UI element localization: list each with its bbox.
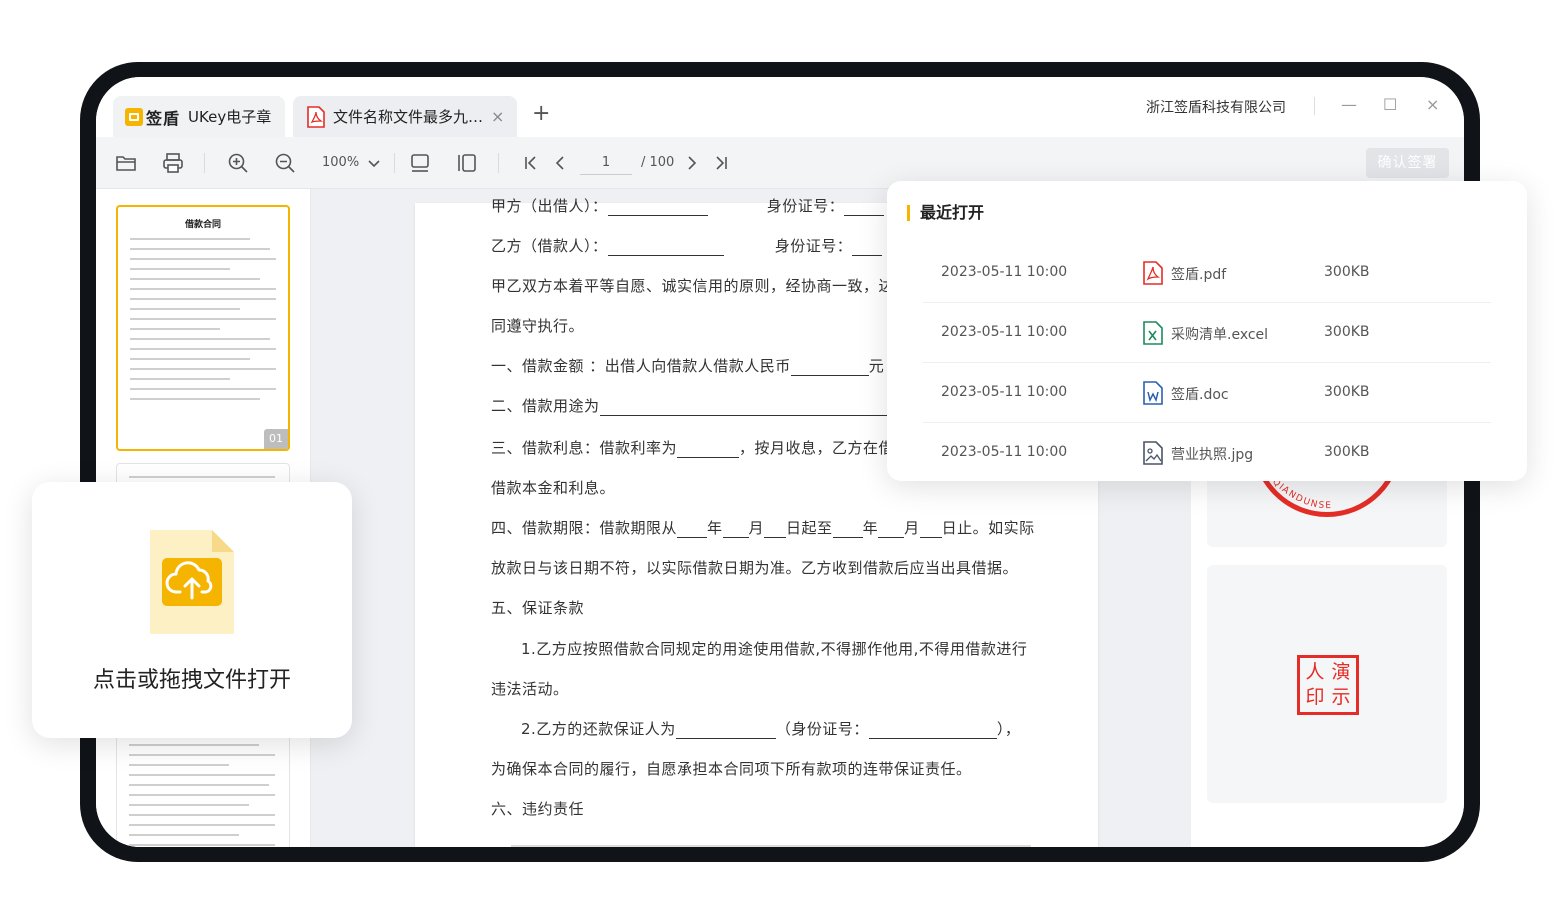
thumbnail-page-1[interactable]: 借款合同 01 [116, 205, 290, 451]
pdf-icon [1143, 261, 1163, 285]
party-a-label: 甲方（出借人）： [491, 197, 608, 215]
interest-label: 三、借款利息：借款利率为 [491, 439, 678, 457]
fit-width-icon[interactable] [408, 151, 432, 175]
recent-file-time: 2023-05-11 10:00 [941, 324, 1068, 340]
tab-close-icon[interactable]: × [491, 107, 504, 126]
pdf-icon [307, 105, 325, 128]
tab-document-label: 文件名称文件最多九… [333, 108, 484, 126]
cloud-upload-icon [150, 530, 234, 634]
doc-paragraph: 借款本金和利息。 [491, 479, 616, 497]
maximize-icon[interactable]: ☐ [1383, 95, 1397, 114]
month-label: 月 [748, 519, 765, 537]
word-icon [1143, 381, 1163, 405]
recent-file-size: 300KB [1324, 444, 1370, 460]
app-logo-text: 签盾 [146, 108, 181, 128]
square-seal-icon: 人 演 印 示 [1297, 655, 1359, 715]
year-label: 年 [707, 519, 723, 537]
zoom-level-select[interactable]: 100% [322, 155, 359, 170]
doc-paragraph: 放款日与该日期不符，以实际借款日期为准。乙方收到借款后应当出具借据。 [491, 559, 1019, 577]
month-label: 月 [904, 519, 920, 537]
seal-char: 印 [1305, 686, 1325, 708]
recent-file-size: 300KB [1324, 384, 1370, 400]
doc-heading: 六、违约责任 [491, 800, 585, 818]
party-a-id-label: 身份证号： [766, 197, 845, 215]
doc-heading: 五、保证条款 [491, 599, 585, 617]
seal-char: 演 [1331, 661, 1351, 683]
from-day-label: 日起至 [786, 519, 833, 537]
last-page-icon[interactable] [710, 151, 734, 175]
recent-file-name: 签盾.doc [1171, 387, 1229, 403]
recent-file-time: 2023-05-11 10:00 [941, 444, 1068, 460]
seal-char: 示 [1331, 686, 1351, 708]
guarantor-close: ）， [996, 720, 1021, 738]
upload-label: 点击或拖拽文件打开 [92, 668, 291, 693]
doc-paragraph: 甲乙双方本着平等自愿、诚实信用的原则，经协商一致，达 [491, 277, 895, 295]
recent-file-time: 2023-05-11 10:00 [941, 264, 1068, 280]
guarantor-label: 2.乙方的还款保证人为 [521, 720, 676, 738]
page-total: / 100 [641, 155, 675, 170]
seal-char: 人 [1305, 661, 1325, 683]
page-number-input[interactable]: 1 [580, 151, 632, 175]
recent-files-panel: 最近打开 2023-05-11 10:00 签盾.pdf 300KB 2023-… [887, 181, 1527, 481]
recent-file-size: 300KB [1324, 324, 1370, 340]
toolbar-divider [204, 153, 205, 173]
tab-bar: 签盾 UKey电子章 文件名称文件最多九… × + 浙江签盾科技有限公司 — ☐… [96, 77, 1464, 137]
toolbar-divider [394, 153, 395, 173]
loan-amount-label: 一、借款金额 ：出借人向借款人借款人民币 [491, 357, 791, 375]
tab-app-label: UKey电子章 [188, 108, 272, 126]
fit-height-icon[interactable] [455, 151, 479, 175]
app-logo-icon [125, 107, 143, 126]
recent-file-row[interactable]: 2023-05-11 10:00 采购清单.excel 300KB [923, 303, 1491, 363]
thumbnail-page-number: 01 [264, 429, 288, 449]
excel-icon [1143, 321, 1163, 345]
doc-paragraph: 为确保本合同的履行，自愿承担本合同项下所有款项的连带保证责任。 [491, 760, 972, 778]
guarantor-id-label: （身份证号： [775, 720, 869, 738]
add-tab-icon[interactable]: + [532, 101, 550, 126]
recent-file-name: 签盾.pdf [1171, 267, 1227, 283]
recent-file-name: 采购清单.excel [1171, 327, 1269, 343]
next-page-icon[interactable] [680, 151, 704, 175]
chevron-down-icon[interactable] [362, 151, 386, 175]
company-name: 浙江签盾科技有限公司 [1146, 100, 1286, 116]
recent-file-row[interactable]: 2023-05-11 10:00 营业执照.jpg 300KB [923, 423, 1491, 483]
first-page-icon[interactable] [518, 151, 542, 175]
year-label: 年 [862, 519, 879, 537]
doc-paragraph: 1.乙方应按照借款合同规定的用途使用借款,不得挪作他用,不得用借款进行 [521, 640, 1028, 658]
square-seal-card[interactable]: 人 演 印 示 [1207, 565, 1447, 803]
open-folder-icon[interactable] [114, 151, 138, 175]
recent-file-name: 营业执照.jpg [1171, 447, 1254, 463]
confirm-sign-button[interactable]: 确认签署 [1366, 148, 1449, 178]
recent-file-size: 300KB [1324, 264, 1370, 280]
loan-purpose-label: 二、借款用途为 [491, 397, 600, 415]
zoom-in-icon[interactable] [226, 151, 250, 175]
recent-file-time: 2023-05-11 10:00 [941, 384, 1068, 400]
to-day-label: 日止。如实际 [941, 519, 1035, 537]
close-window-icon[interactable]: × [1426, 95, 1439, 114]
doc-paragraph: 同遵守执行。 [491, 317, 585, 335]
party-b-id-label: 身份证号： [774, 237, 853, 255]
interest-text: ，按月收息，乙方在借 [739, 439, 895, 457]
tab-document[interactable]: 文件名称文件最多九… × [293, 96, 517, 137]
print-icon[interactable] [161, 151, 185, 175]
loan-term-label: 四、借款期限：借款期限从 [491, 519, 678, 537]
recent-files-title: 最近打开 [907, 205, 984, 221]
tab-ukey-seal[interactable]: 签盾 UKey电子章 [113, 96, 285, 137]
currency-unit: 元 [868, 357, 885, 375]
zoom-out-icon[interactable] [273, 151, 297, 175]
image-icon [1143, 441, 1163, 465]
thumbnail-title: 借款合同 [184, 220, 221, 230]
recent-file-row[interactable]: 2023-05-11 10:00 签盾.doc 300KB [923, 363, 1491, 423]
recent-file-row[interactable]: 2023-05-11 10:00 签盾.pdf 300KB [923, 243, 1491, 303]
doc-paragraph: 违法活动。 [491, 680, 569, 698]
party-b-label: 乙方（借款人）： [491, 237, 608, 255]
upload-drop-zone[interactable]: 点击或拖拽文件打开 [32, 482, 352, 738]
window-divider [1314, 97, 1315, 115]
minimize-icon[interactable]: — [1341, 95, 1357, 114]
toolbar-divider [498, 153, 499, 173]
previous-page-icon[interactable] [548, 151, 572, 175]
